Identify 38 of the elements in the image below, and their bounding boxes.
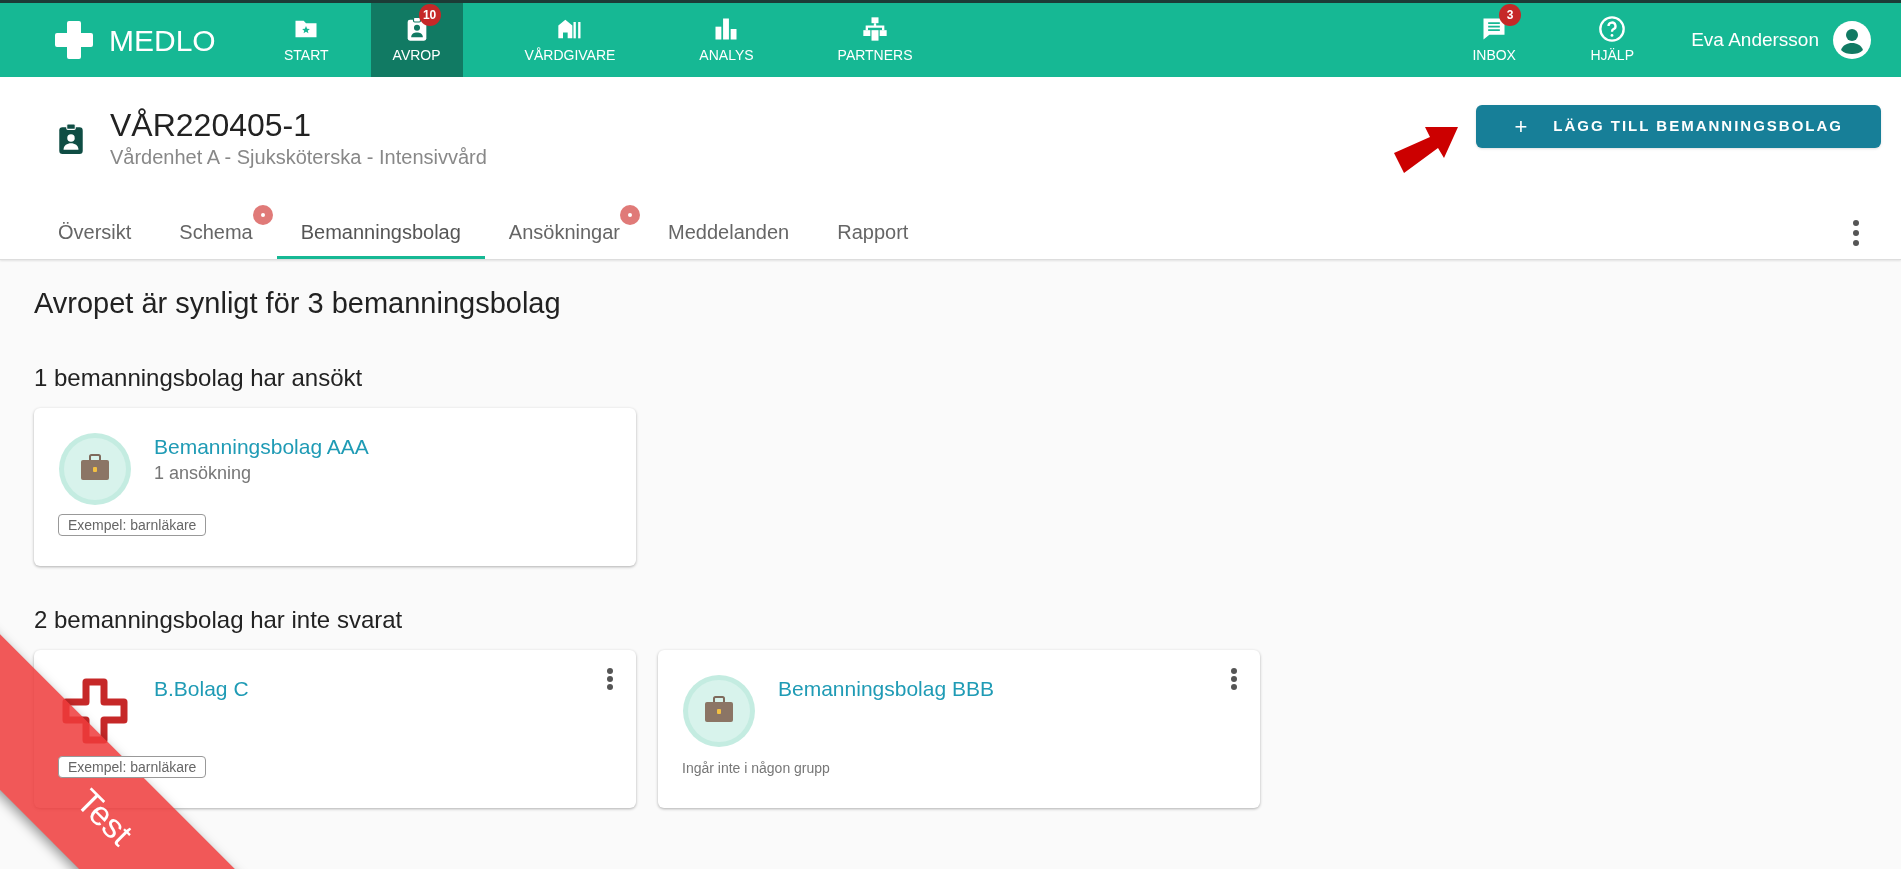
nav-item[interactable]: INBOX 3 <box>1459 3 1530 77</box>
tab[interactable]: Meddelanden <box>644 207 814 259</box>
briefcase-icon <box>58 431 132 506</box>
id-badge-icon <box>58 123 84 155</box>
user-name[interactable]: Eva Andersson <box>1691 25 1819 55</box>
company-link[interactable]: Bemanningsbolag AAA <box>154 432 369 461</box>
group-tag: Exempel: barnläkare <box>58 513 207 536</box>
count-badge: 3 <box>1499 4 1522 26</box>
tab[interactable]: Ansökningar <box>484 207 645 259</box>
tab[interactable]: Översikt <box>34 207 156 259</box>
page-subtitle: Vårdenhet A - Sjuksköterska - Intensivvård <box>110 145 487 170</box>
group-note: Ingår inte i någon grupp <box>682 758 831 778</box>
nav-item[interactable]: HJÄLP <box>1577 3 1648 77</box>
nav-item[interactable]: ANALYS <box>677 3 776 77</box>
help-icon <box>1598 14 1627 43</box>
tab[interactable]: Rapport <box>813 207 933 259</box>
group-tag: Exempel: barnläkare <box>58 755 207 778</box>
add-company-button[interactable]: + LÄGG TILL BEMANNINGSBOLAG <box>1476 105 1881 148</box>
user-avatar-icon[interactable] <box>1833 21 1871 59</box>
briefcase-icon <box>682 673 756 748</box>
section-heading: 1 bemanningsbolag har ansökt <box>34 362 364 393</box>
logo-icon <box>55 21 93 59</box>
app-name: MEDLO <box>109 22 216 59</box>
tab[interactable]: Bemanningsbolag <box>276 207 485 259</box>
hierarchy-icon <box>861 14 890 43</box>
section-heading: 2 bemanningsbolag har inte svarat <box>34 604 404 635</box>
company-link[interactable]: Bemanningsbolag BBB <box>778 674 994 703</box>
nav-item[interactable]: AVROP 10 <box>370 3 463 77</box>
more-menu-button[interactable] <box>1851 220 1861 246</box>
tab[interactable]: Schema <box>155 207 277 259</box>
nav-item[interactable]: START <box>262 3 351 77</box>
page-title: VÅR220405-1 <box>110 107 313 143</box>
count-badge: 10 <box>418 4 441 26</box>
nav-item[interactable]: VÅRDGIVARE <box>502 3 638 77</box>
visibility-heading: Avropet är synligt för 3 bemanningsbolag <box>34 286 562 321</box>
application-count: 1 ansökning <box>154 461 253 485</box>
nav-item[interactable]: PARTNERS <box>815 3 935 77</box>
company-link[interactable]: B.Bolag C <box>154 674 249 703</box>
